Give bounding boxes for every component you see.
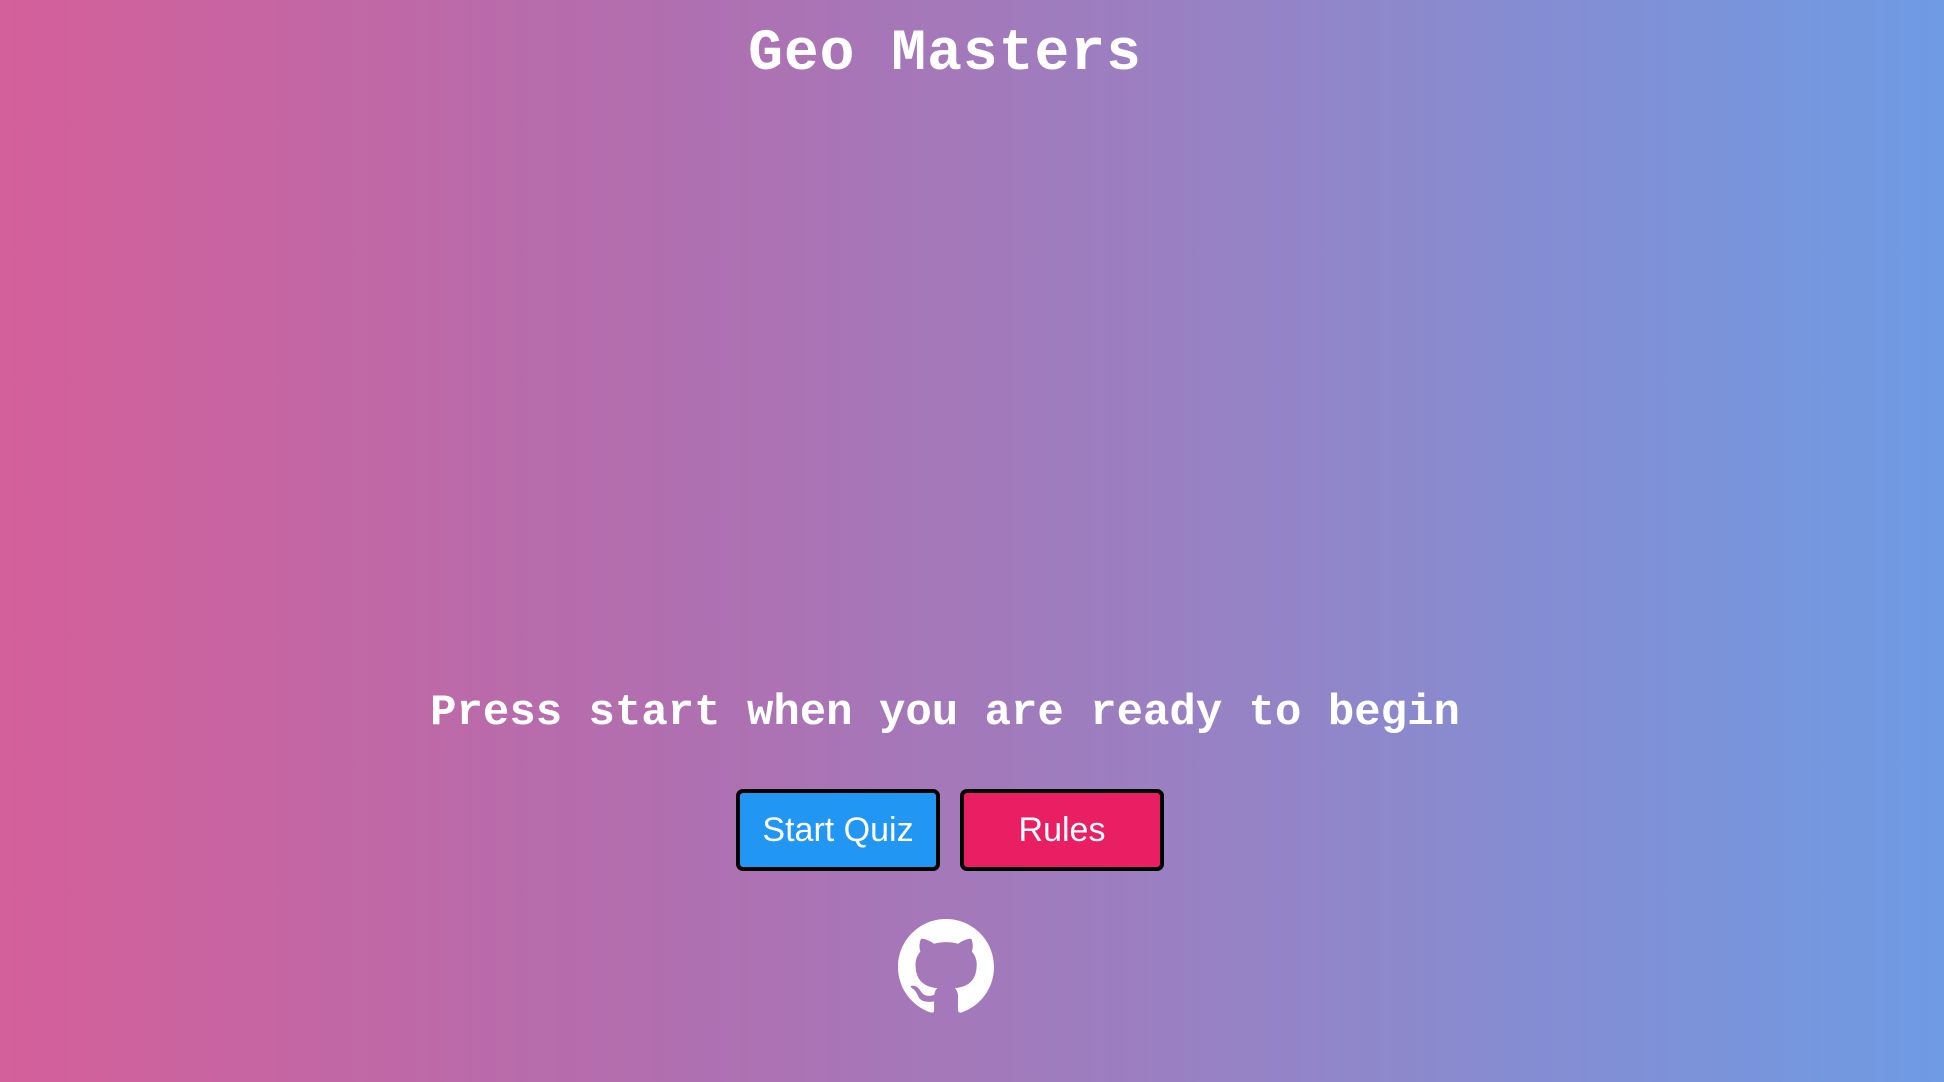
button-row: Start Quiz Rules — [736, 789, 1164, 871]
start-quiz-button[interactable]: Start Quiz — [736, 789, 940, 871]
rules-button[interactable]: Rules — [960, 789, 1164, 871]
start-prompt: Press start when you are ready to begin — [430, 688, 1460, 738]
github-icon[interactable] — [898, 919, 994, 1015]
page-title: Geo Masters — [748, 22, 1142, 87]
